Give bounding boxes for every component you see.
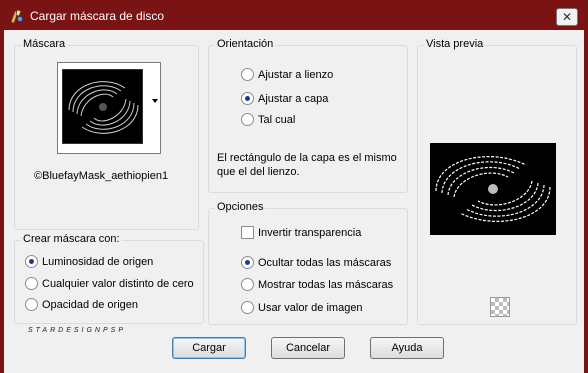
window-title: Cargar máscara de disco [30,9,165,23]
radio-hide-all-masks[interactable]: Ocultar todas las máscaras [241,256,391,269]
radio-circle [241,256,254,269]
radio-circle [241,92,254,105]
radio-source-opacity[interactable]: Opacidad de origen [25,298,138,311]
radio-circle [241,301,254,314]
mask-group: Máscara ©BluefayMask_aethiopien1 [14,38,199,230]
create-mask-group: Crear máscara con: Luminosidad de origen… [14,233,204,324]
radio-circle [241,68,254,81]
radio-hide-all-label: Ocultar todas las máscaras [258,256,392,269]
radio-circle [241,278,254,291]
orientation-group-title: Orientación [215,38,276,50]
mask-dropdown-arrow[interactable] [152,99,158,103]
transparency-checker-icon[interactable] [490,297,510,317]
radio-as-is-label: Tal cual [258,113,296,126]
radio-circle [25,277,38,290]
radio-fit-layer-label: Ajustar a capa [258,92,329,105]
load-button[interactable]: Cargar [172,337,246,359]
radio-show-all-masks[interactable]: Mostrar todas las máscaras [241,278,393,291]
options-group-title: Opciones [215,201,266,213]
mask-thumbnail [62,69,143,144]
radio-circle [25,255,38,268]
radio-any-nonzero[interactable]: Cualquier valor distinto de cero [25,277,194,290]
checkbox-invert-label: Invertir transparencia [258,226,362,239]
app-icon [10,9,23,24]
swirl-mask-image [68,81,139,134]
create-mask-group-title: Crear máscara con: [21,233,122,245]
radio-circle [241,113,254,126]
radio-use-image-value[interactable]: Usar valor de imagen [241,301,363,314]
radio-source-luminance-label: Luminosidad de origen [42,255,154,268]
dialog-window: Cargar máscara de disco ✕ Máscara ©Bluef… [0,0,588,373]
orientation-note: El rectángulo de la capa es el mismo que… [217,152,397,178]
help-button[interactable]: Ayuda [370,337,444,359]
checkbox-invert-transparency[interactable]: Invertir transparencia [241,226,361,239]
checkbox-box [241,226,254,239]
options-group: Opciones Invertir transparencia Ocultar … [208,201,408,325]
title-bar[interactable]: Cargar máscara de disco ✕ [4,4,584,30]
radio-fit-canvas[interactable]: Ajustar a lienzo [241,68,333,81]
radio-circle [25,298,38,311]
preview-image [430,143,556,235]
mask-group-title: Máscara [21,38,68,50]
close-icon: ✕ [561,10,573,24]
close-button[interactable]: ✕ [556,8,578,26]
radio-any-nonzero-label: Cualquier valor distinto de cero [42,277,194,290]
radio-source-luminance[interactable]: Luminosidad de origen [25,255,153,268]
watermark-text: STARDESIGNPSP [28,327,126,334]
preview-group-title: Vista previa [424,38,486,50]
swirl-preview-image [435,156,551,222]
radio-as-is[interactable]: Tal cual [241,113,295,126]
cancel-button[interactable]: Cancelar [271,337,345,359]
radio-use-image-value-label: Usar valor de imagen [258,301,363,314]
orientation-group: Orientación Ajustar a lienzo Ajustar a c… [208,38,408,193]
mask-name: ©BluefayMask_aethiopien1 [34,170,169,182]
radio-show-all-label: Mostrar todas las máscaras [258,278,394,291]
radio-fit-layer[interactable]: Ajustar a capa [241,92,328,105]
mask-selector[interactable] [57,62,161,154]
radio-source-opacity-label: Opacidad de origen [42,298,139,311]
radio-fit-canvas-label: Ajustar a lienzo [258,68,334,81]
preview-group: Vista previa [417,38,577,325]
dialog-client-area: Máscara ©BluefayMask_aethiopien1 Orienta… [4,30,584,373]
